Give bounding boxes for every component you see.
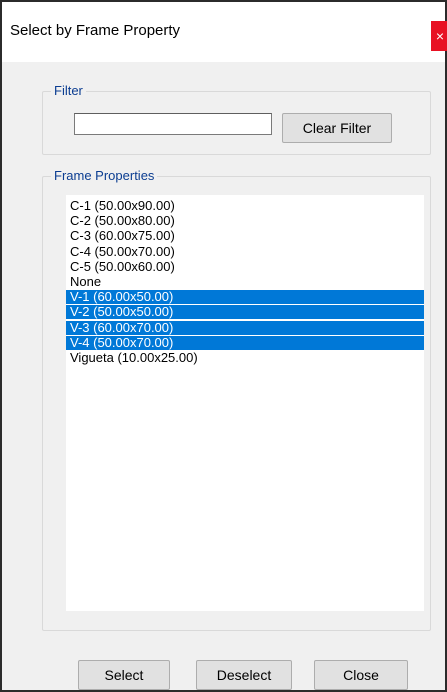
title-bar: Select by Frame Property × bbox=[2, 2, 447, 62]
list-item[interactable]: C-1 (50.00x90.00) bbox=[66, 199, 424, 213]
list-item[interactable]: None bbox=[66, 275, 424, 289]
list-item[interactable]: C-3 (60.00x75.00) bbox=[66, 229, 424, 243]
filter-group-label: Filter bbox=[51, 83, 86, 98]
close-window-icon[interactable]: × bbox=[431, 21, 447, 51]
deselect-button[interactable]: Deselect bbox=[196, 660, 292, 690]
list-item[interactable]: V-1 (60.00x50.00) bbox=[66, 290, 424, 305]
dialog-title: Select by Frame Property bbox=[10, 22, 181, 39]
list-item[interactable]: V-4 (50.00x70.00) bbox=[66, 335, 424, 350]
frame-properties-listbox[interactable]: C-1 (50.00x90.00) C-2 (50.00x80.00) C-3 (6… bbox=[66, 195, 424, 611]
list-item[interactable]: C-2 (50.00x80.00) bbox=[66, 214, 424, 228]
list-item[interactable]: V-3 (60.00x70.00) bbox=[66, 320, 424, 335]
list-item[interactable]: Vigueta (10.00x25.00) bbox=[66, 351, 424, 365]
list-item[interactable]: V-2 (50.00x50.00) bbox=[66, 305, 424, 320]
select-by-frame-property-dialog: Select by Frame Property × Filter Clear … bbox=[0, 0, 447, 692]
clear-filter-button[interactable]: Clear Filter bbox=[282, 113, 392, 143]
list-item[interactable]: C-4 (50.00x70.00) bbox=[66, 244, 424, 259]
frame-properties-group-label: Frame Properties bbox=[51, 168, 158, 183]
filter-input[interactable] bbox=[74, 113, 272, 135]
close-button[interactable]: Close bbox=[314, 660, 408, 690]
list-item[interactable]: C-5 (50.00x60.00) bbox=[66, 259, 424, 274]
select-button[interactable]: Select bbox=[78, 660, 170, 690]
